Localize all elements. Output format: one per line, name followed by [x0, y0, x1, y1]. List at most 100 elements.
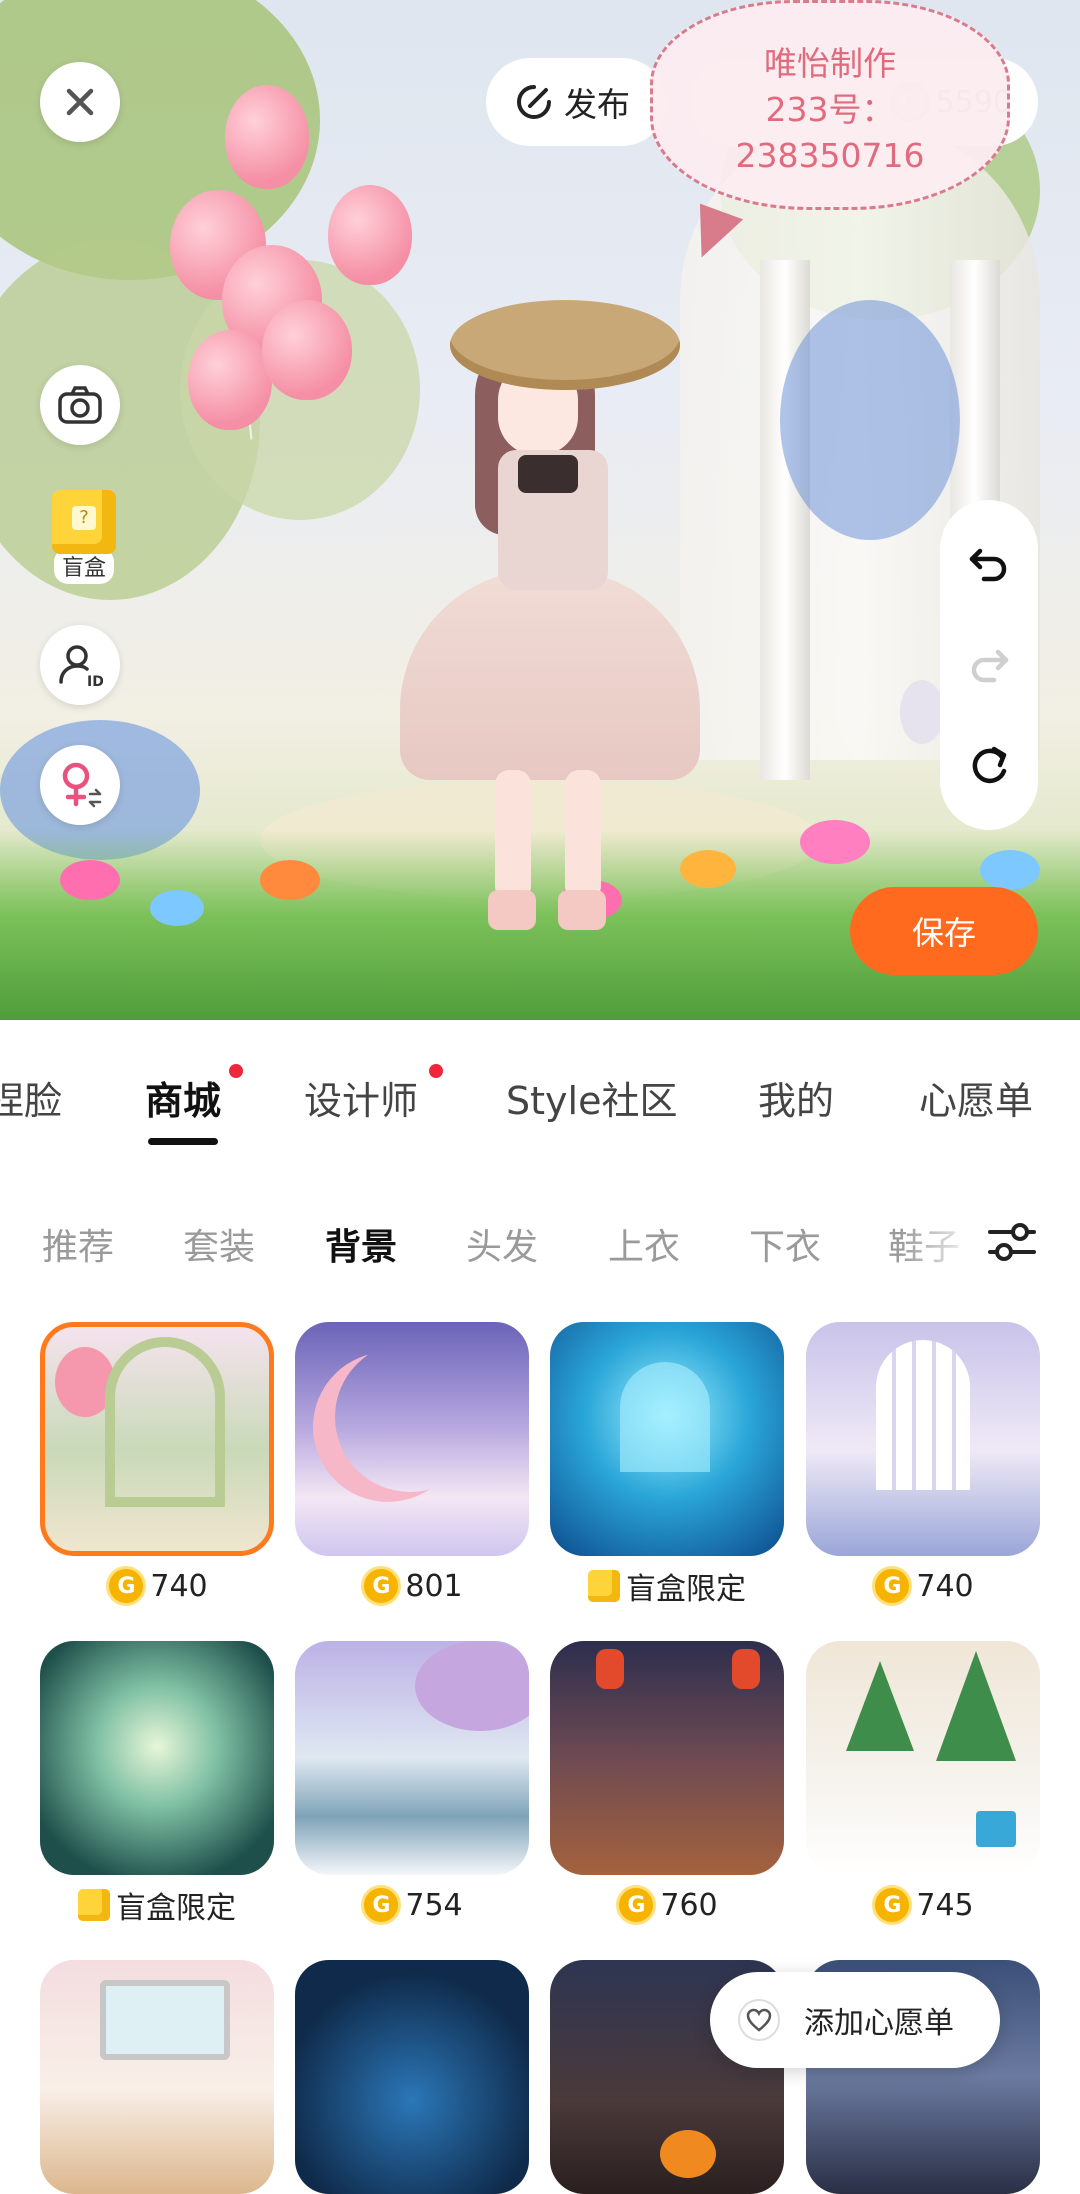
category-background[interactable]: 背景	[325, 1218, 397, 1270]
thumb-arch	[105, 1337, 225, 1507]
add-to-wishlist-label: 添加心愿单	[804, 2006, 954, 2041]
coin-icon: G	[106, 1566, 147, 1606]
filter-button[interactable]	[980, 1210, 1044, 1274]
watermark-bubble: 唯怡制作 233号： 238350716	[650, 0, 1010, 210]
tab-shop[interactable]: 商城	[145, 1070, 221, 1125]
item-thumbnail[interactable]	[550, 1641, 784, 1875]
category-outfit[interactable]: 套装	[183, 1218, 255, 1270]
tab-designer-badge	[429, 1064, 443, 1078]
tabs-fade	[900, 1180, 980, 1300]
item-thumbnail[interactable]	[295, 1322, 529, 1556]
avatar-character[interactable]	[380, 290, 720, 950]
publish-button[interactable]: 发布	[486, 58, 666, 146]
flower	[980, 850, 1040, 890]
item-thumbnail[interactable]	[550, 1322, 784, 1556]
price-value: 801	[405, 1568, 463, 1604]
gender-switch-button[interactable]	[40, 745, 120, 825]
avatar-id-button[interactable]: ID	[40, 625, 120, 705]
thumb-tree	[846, 1661, 914, 1751]
coin-icon: G	[361, 1566, 402, 1606]
tab-mine[interactable]: 我的	[758, 1070, 834, 1125]
undo-icon[interactable]	[966, 541, 1012, 587]
avatar-shoe	[488, 890, 536, 930]
category-hair[interactable]: 头发	[466, 1218, 538, 1270]
item-card[interactable]	[295, 1960, 529, 2194]
thumb-palace	[620, 1362, 710, 1472]
flower	[260, 860, 320, 900]
item-thumbnail[interactable]	[40, 1641, 274, 1875]
flower	[800, 820, 870, 864]
filter-icon	[988, 1223, 1036, 1261]
item-thumbnail[interactable]	[806, 1322, 1040, 1556]
thumb-blossom	[415, 1641, 529, 1731]
add-to-wishlist-button[interactable]: 添加心愿单	[710, 1972, 1000, 2068]
item-card[interactable]: G 760	[550, 1641, 784, 1935]
item-card[interactable]: 盲盒限定	[40, 1641, 274, 1935]
coin-icon: G	[872, 1885, 913, 1925]
coin-icon: G	[616, 1885, 657, 1925]
item-price: G 740	[40, 1556, 274, 1616]
close-button[interactable]	[40, 62, 120, 142]
item-card[interactable]: G 740	[806, 1322, 1040, 1616]
item-price: 盲盒限定	[550, 1556, 784, 1616]
balloon	[262, 300, 352, 400]
item-card[interactable]	[40, 1960, 274, 2194]
thumb-lantern	[596, 1649, 624, 1689]
coin-icon: G	[361, 1885, 402, 1925]
item-thumbnail[interactable]	[40, 1322, 274, 1556]
user-id-icon: ID	[59, 645, 103, 688]
item-card[interactable]: 盲盒限定	[550, 1322, 784, 1616]
item-thumbnail[interactable]	[295, 1960, 529, 2194]
flower	[150, 890, 204, 926]
item-card[interactable]: G 754	[295, 1641, 529, 1935]
save-button[interactable]: 保存	[850, 887, 1038, 975]
item-thumbnail[interactable]	[40, 1960, 274, 2194]
publish-label: 发布	[564, 85, 630, 124]
price-value: 740	[150, 1568, 208, 1604]
blindbox-icon	[588, 1570, 620, 1602]
tab-designer[interactable]: 设计师	[304, 1070, 418, 1125]
camera-icon	[58, 386, 102, 424]
thumb-moon	[335, 1342, 485, 1492]
tab-wishlist[interactable]: 心愿单	[919, 1070, 1033, 1125]
category-top[interactable]: 上衣	[608, 1218, 680, 1270]
tab-face[interactable]: 捏脸	[0, 1070, 62, 1125]
bunny-decoration	[900, 680, 944, 744]
redo-icon[interactable]	[966, 642, 1012, 688]
heart-icon	[738, 1999, 780, 2041]
camera-button[interactable]	[40, 365, 120, 445]
thumb-window	[100, 1980, 230, 2060]
avatar-shoe	[558, 890, 606, 930]
avatar-leg	[565, 770, 601, 900]
category-tabs: 推荐 套装 背景 头发 上衣 下衣 鞋子	[0, 1180, 1080, 1300]
item-card[interactable]: G 740	[40, 1322, 274, 1616]
publish-icon	[517, 85, 551, 119]
avatar-scene[interactable]: 发布 G 5590 唯怡制作 233号： 238350716 ? 盲盒 ID	[0, 0, 1080, 1020]
category-bottom[interactable]: 下衣	[749, 1218, 821, 1270]
item-price: G 801	[295, 1556, 529, 1616]
price-value: 盲盒限定	[116, 1891, 236, 1926]
item-price: 盲盒限定	[40, 1875, 274, 1935]
item-price: G 760	[550, 1875, 784, 1935]
category-recommend[interactable]: 推荐	[42, 1218, 114, 1270]
item-card[interactable]: G 745	[806, 1641, 1040, 1935]
item-thumbnail[interactable]	[295, 1641, 529, 1875]
female-switch-icon	[62, 762, 102, 808]
tab-style-community[interactable]: Style社区	[506, 1070, 677, 1125]
item-card[interactable]: G 801	[295, 1322, 529, 1616]
price-value: 760	[660, 1887, 718, 1923]
item-thumbnail[interactable]	[806, 1641, 1040, 1875]
price-value: 盲盒限定	[626, 1572, 746, 1607]
balloon	[328, 185, 412, 285]
thumb-window	[876, 1340, 970, 1490]
reset-icon[interactable]	[966, 743, 1012, 789]
pillar	[760, 260, 810, 780]
blindbox-button[interactable]: ? 盲盒	[44, 490, 124, 584]
history-controls	[940, 500, 1038, 830]
avatar-skirt	[400, 570, 700, 780]
thumb-gift	[976, 1811, 1016, 1847]
close-icon	[66, 88, 94, 116]
blindbox-icon	[78, 1889, 110, 1921]
watermark-line: 唯怡制作	[764, 44, 896, 83]
active-tab-indicator	[148, 1138, 218, 1145]
